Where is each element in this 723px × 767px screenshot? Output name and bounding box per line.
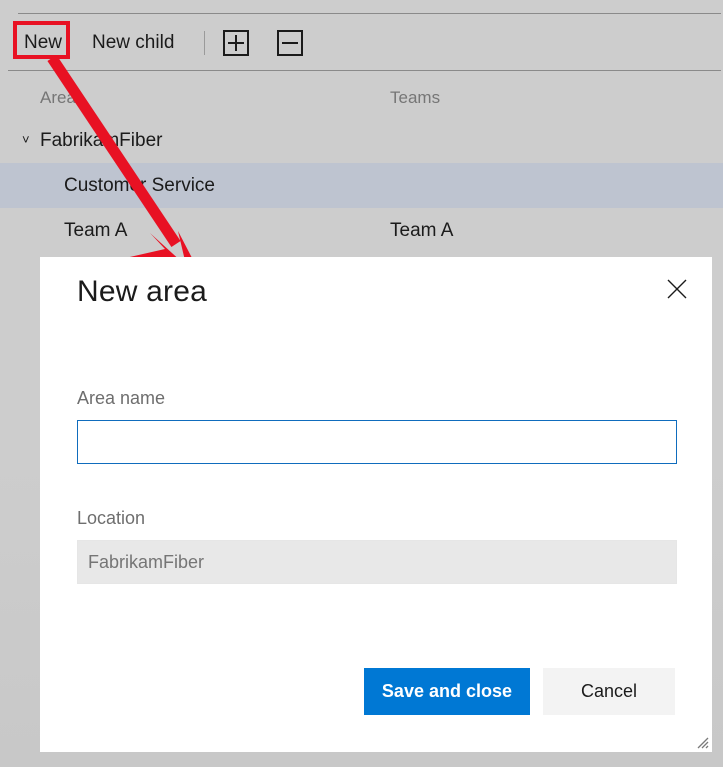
- toolbar-separator: [204, 31, 206, 55]
- toolbar-divider: [8, 70, 721, 71]
- location-input: [77, 540, 677, 584]
- close-icon[interactable]: [656, 268, 698, 310]
- top-divider: [18, 13, 721, 14]
- location-field-group: Location: [77, 508, 677, 584]
- row-teams-cell: Team A: [390, 219, 454, 241]
- column-header-teams[interactable]: Teams: [390, 88, 723, 108]
- table-row[interactable]: ˅ FabrikamFiber: [0, 118, 723, 163]
- cancel-button[interactable]: Cancel: [543, 668, 675, 715]
- row-area-label: FabrikamFiber: [40, 129, 163, 151]
- resize-grip-icon[interactable]: [693, 733, 709, 749]
- area-grid: Area Teams ˅ FabrikamFiber Customer Servi…: [0, 78, 723, 253]
- save-and-close-button[interactable]: Save and close: [363, 668, 530, 715]
- column-header-area[interactable]: Area: [0, 88, 390, 108]
- chevron-down-icon[interactable]: ˅: [22, 132, 36, 147]
- area-name-label: Area name: [77, 388, 166, 408]
- row-area-cell: ˅ FabrikamFiber: [0, 130, 390, 152]
- new-child-button[interactable]: New child: [84, 30, 182, 56]
- expand-all-icon[interactable]: [223, 30, 250, 56]
- row-area-cell: Customer Service: [64, 174, 215, 196]
- table-row[interactable]: Team A Team A: [0, 208, 723, 253]
- location-label: Location: [77, 508, 146, 528]
- row-area-cell: Team A: [64, 219, 128, 241]
- table-row[interactable]: Customer Service: [0, 163, 723, 208]
- new-button-wrapper: New: [16, 30, 70, 56]
- grid-header-row: Area Teams: [0, 78, 723, 118]
- new-button[interactable]: New: [16, 30, 70, 56]
- new-area-dialog: New area Area name Location Save and clo…: [40, 257, 712, 752]
- app-background: New New child Area Teams ˅ FabrikamFiber …: [0, 0, 723, 767]
- area-name-input[interactable]: [77, 420, 677, 464]
- collapse-all-icon[interactable]: [277, 30, 304, 56]
- toolbar: New New child: [0, 16, 723, 70]
- dialog-button-bar: Save and close Cancel: [363, 668, 675, 715]
- area-name-field-group: Area name: [77, 388, 677, 464]
- dialog-title: New area: [77, 275, 207, 308]
